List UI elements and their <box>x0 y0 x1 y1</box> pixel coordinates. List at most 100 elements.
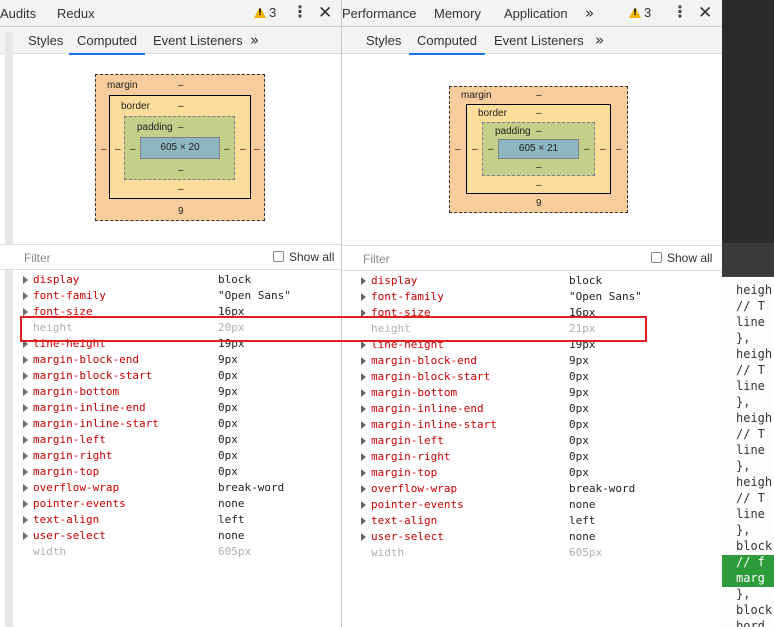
expand-arrow-icon[interactable] <box>23 500 28 508</box>
property-row[interactable]: pointer-events none <box>23 497 341 513</box>
expand-arrow-icon[interactable] <box>361 373 366 381</box>
property-value: 0px <box>569 450 589 463</box>
tab-performance[interactable]: Performance <box>342 6 416 21</box>
more-tabs-chevron-icon[interactable]: » <box>585 4 594 22</box>
expand-arrow-icon[interactable] <box>23 388 28 396</box>
property-row[interactable]: margin-inline-start 0px <box>361 418 681 434</box>
kebab-menu-icon[interactable]: ⋮ <box>292 4 308 20</box>
property-row[interactable]: width 605px <box>23 545 341 561</box>
tab-redux[interactable]: Redux <box>57 6 95 21</box>
border-left-value: – <box>472 144 478 155</box>
property-row[interactable]: margin-block-start 0px <box>361 370 681 386</box>
property-row[interactable]: text-align left <box>361 514 681 530</box>
property-name: display <box>371 274 418 287</box>
property-name: margin-block-start <box>371 370 491 383</box>
expand-arrow-icon[interactable] <box>23 484 28 492</box>
more-tabs-chevron-icon[interactable]: » <box>595 31 604 49</box>
expand-arrow-icon[interactable] <box>361 501 366 509</box>
expand-arrow-icon[interactable] <box>23 372 28 380</box>
expand-arrow-icon[interactable] <box>361 293 366 301</box>
expand-arrow-icon[interactable] <box>23 516 28 524</box>
warning-icon <box>254 7 266 18</box>
property-row[interactable]: overflow-wrap break-word <box>361 482 681 498</box>
expand-arrow-icon[interactable] <box>23 356 28 364</box>
property-row[interactable]: overflow-wrap break-word <box>23 481 341 497</box>
property-row[interactable]: margin-top 0px <box>23 465 341 481</box>
kebab-menu-icon[interactable]: ⋮ <box>672 4 688 20</box>
code-line: }, <box>736 395 751 409</box>
tab-application[interactable]: Application <box>504 6 568 21</box>
expand-arrow-icon[interactable] <box>23 404 28 412</box>
property-row[interactable]: user-select none <box>361 530 681 546</box>
property-row[interactable]: font-family "Open Sans" <box>23 289 341 305</box>
expand-arrow-icon[interactable] <box>361 357 366 365</box>
expand-arrow-icon[interactable] <box>361 405 366 413</box>
property-row[interactable]: margin-block-end 9px <box>361 354 681 370</box>
property-value: left <box>569 514 596 527</box>
property-row[interactable]: margin-bottom 9px <box>23 385 341 401</box>
property-row[interactable]: font-family "Open Sans" <box>361 290 681 306</box>
expand-arrow-icon[interactable] <box>23 468 28 476</box>
tab-computed[interactable]: Computed <box>69 33 145 55</box>
property-row[interactable]: margin-block-start 0px <box>23 369 341 385</box>
show-all-checkbox[interactable]: Show all <box>273 250 334 264</box>
left-gutter <box>5 32 13 627</box>
property-name: width <box>33 545 67 558</box>
expand-arrow-icon[interactable] <box>23 292 28 300</box>
property-row[interactable]: margin-inline-start 0px <box>23 417 341 433</box>
expand-arrow-icon[interactable] <box>23 436 28 444</box>
show-all-checkbox[interactable]: Show all <box>651 251 712 265</box>
property-row[interactable]: margin-block-end 9px <box>23 353 341 369</box>
expand-arrow-icon[interactable] <box>23 276 28 284</box>
warning-badge[interactable]: 3 <box>629 5 651 20</box>
more-tabs-chevron-icon[interactable]: » <box>250 31 259 49</box>
tab-event-listeners[interactable]: Event Listeners <box>494 33 584 48</box>
filter-input[interactable]: Filter <box>363 252 390 266</box>
property-row[interactable]: pointer-events none <box>361 498 681 514</box>
right-sub-toolbar: Styles Computed Event Listeners » <box>342 27 722 55</box>
left-top-toolbar: Audits Redux 3 ⋮ ✕ <box>0 0 341 27</box>
expand-arrow-icon[interactable] <box>361 533 366 541</box>
expand-arrow-icon[interactable] <box>361 517 366 525</box>
expand-arrow-icon[interactable] <box>361 389 366 397</box>
expand-arrow-icon[interactable] <box>23 532 28 540</box>
expand-arrow-icon[interactable] <box>361 341 366 349</box>
close-icon[interactable]: ✕ <box>318 3 332 23</box>
property-row[interactable]: margin-inline-end 0px <box>361 402 681 418</box>
tab-event-listeners[interactable]: Event Listeners <box>153 33 243 48</box>
property-row[interactable]: margin-right 0px <box>23 449 341 465</box>
expand-arrow-icon[interactable] <box>361 437 366 445</box>
property-row[interactable]: margin-right 0px <box>361 450 681 466</box>
property-value: 0px <box>569 466 589 479</box>
property-row[interactable]: text-align left <box>23 513 341 529</box>
tab-styles[interactable]: Styles <box>366 33 401 48</box>
property-row[interactable]: display block <box>23 273 341 289</box>
expand-arrow-icon[interactable] <box>361 421 366 429</box>
expand-arrow-icon[interactable] <box>361 277 366 285</box>
property-row[interactable]: user-select none <box>23 529 341 545</box>
filter-input[interactable]: Filter <box>24 251 51 265</box>
expand-arrow-icon[interactable] <box>361 469 366 477</box>
warning-badge[interactable]: 3 <box>254 5 276 20</box>
property-value: "Open Sans" <box>218 289 291 302</box>
property-row[interactable]: margin-bottom 9px <box>361 386 681 402</box>
expand-arrow-icon[interactable] <box>361 453 366 461</box>
property-row[interactable]: width 605px <box>361 546 681 562</box>
expand-arrow-icon[interactable] <box>23 308 28 316</box>
property-row[interactable]: margin-top 0px <box>361 466 681 482</box>
property-row[interactable]: display block <box>361 274 681 290</box>
property-row[interactable]: margin-inline-end 0px <box>23 401 341 417</box>
close-icon[interactable]: ✕ <box>698 3 712 23</box>
code-line: heigh <box>736 283 773 297</box>
property-value: break-word <box>218 481 285 494</box>
filter-bar: Filter Show all <box>0 244 341 270</box>
tab-audits[interactable]: Audits <box>0 6 36 21</box>
expand-arrow-icon[interactable] <box>23 420 28 428</box>
tab-styles[interactable]: Styles <box>28 33 63 48</box>
expand-arrow-icon[interactable] <box>361 485 366 493</box>
property-row[interactable]: margin-left 0px <box>23 433 341 449</box>
tab-computed[interactable]: Computed <box>409 33 485 55</box>
expand-arrow-icon[interactable] <box>23 452 28 460</box>
property-row[interactable]: margin-left 0px <box>361 434 681 450</box>
tab-memory[interactable]: Memory <box>434 6 481 21</box>
